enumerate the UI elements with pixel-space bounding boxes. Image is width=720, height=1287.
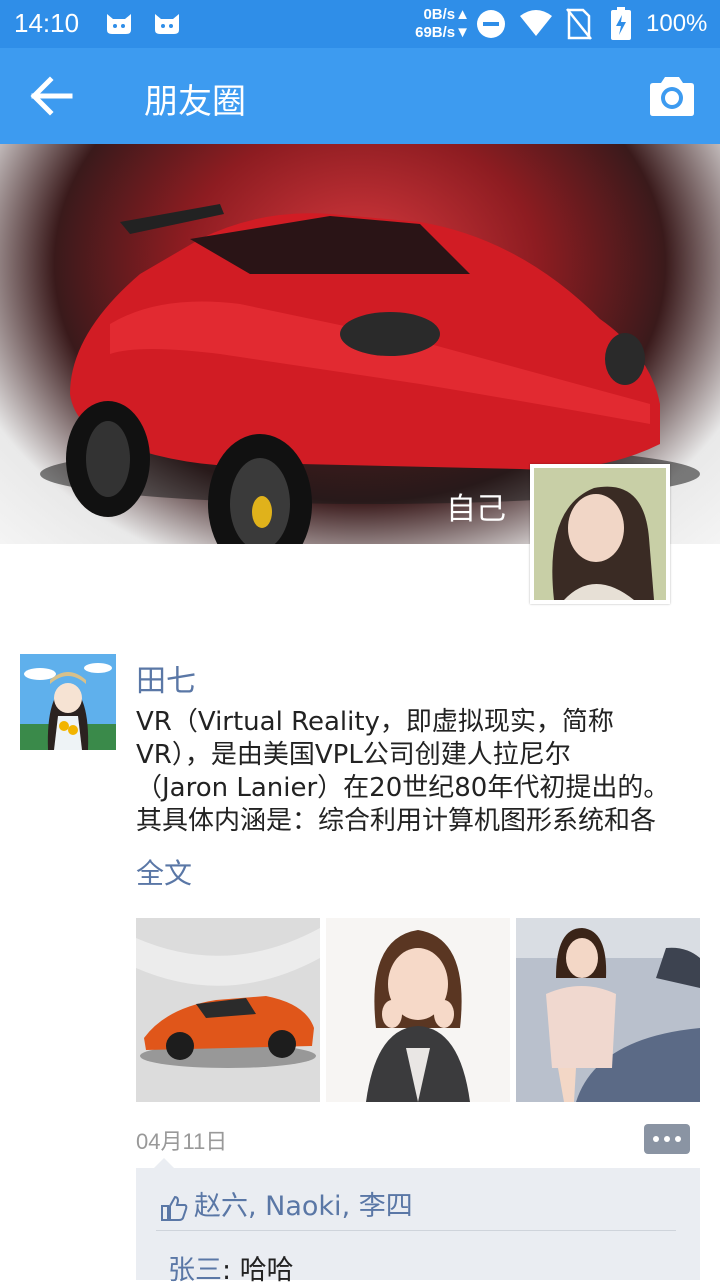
self-avatar-photo xyxy=(534,468,666,600)
post-photo-woman-smiling[interactable] xyxy=(326,918,510,1102)
do-not-disturb-icon xyxy=(477,10,505,38)
panel-pointer xyxy=(154,1158,174,1168)
post-text: VR（Virtual Reality，即虚拟现实，简称 VR），是由美国VPL公… xyxy=(136,707,670,836)
dot-icon xyxy=(664,1136,670,1142)
back-button[interactable] xyxy=(26,74,74,118)
app-toolbar: 朋友圈 xyxy=(0,48,720,144)
likes-row: 赵六, Naoki, 李四 xyxy=(160,1184,413,1223)
post-date: 04月11日 xyxy=(136,1129,228,1154)
divider xyxy=(156,1230,676,1231)
anime-girl-avatar xyxy=(20,654,116,750)
no-sim-icon xyxy=(566,8,592,40)
comment-author[interactable]: 张三 xyxy=(168,1255,222,1286)
net-down-speed: 69B/s xyxy=(415,24,456,41)
comment-text: 哈哈 xyxy=(239,1255,294,1286)
comment-item[interactable]: 张三: 哈哈 xyxy=(168,1248,294,1287)
likes-comments-panel: 赵六, Naoki, 李四 张三: 哈哈 xyxy=(136,1158,700,1286)
net-up-speed: 0B/s xyxy=(423,6,456,23)
post-actions-button[interactable] xyxy=(644,1124,690,1154)
self-label: 自己 xyxy=(446,492,506,527)
battery-charging-icon xyxy=(611,7,631,40)
self-avatar[interactable] xyxy=(530,464,670,604)
battery-percent: 100% xyxy=(646,10,708,37)
thumbs-up-icon xyxy=(161,1195,188,1221)
status-time: 14:10 xyxy=(14,8,80,38)
post-photo-woman-with-car[interactable] xyxy=(516,918,700,1102)
status-bar: 14:10 0B/s▲ 69B/s▼ 100% xyxy=(0,0,720,48)
cat-notification-icon xyxy=(155,14,179,34)
woman-portrait-image xyxy=(326,918,510,1102)
post-author-avatar[interactable] xyxy=(20,654,116,750)
wifi-icon xyxy=(520,10,552,36)
expand-full-text-link[interactable]: 全文 xyxy=(136,852,192,892)
orange-car-image xyxy=(136,918,320,1102)
post-photo-orange-car[interactable] xyxy=(136,918,320,1102)
post-author-name[interactable]: 田七 xyxy=(136,656,196,700)
camera-button[interactable] xyxy=(648,74,696,118)
cat-notification-icon xyxy=(107,14,131,34)
likes-names[interactable]: 赵六, Naoki, 李四 xyxy=(194,1191,413,1222)
woman-car-image xyxy=(516,918,700,1102)
dot-icon xyxy=(675,1136,681,1142)
network-speed: 0B/s▲ 69B/s▼ xyxy=(415,6,470,41)
page-title: 朋友圈 xyxy=(144,82,246,122)
dot-icon xyxy=(653,1136,659,1142)
comment-separator: : xyxy=(222,1255,240,1286)
